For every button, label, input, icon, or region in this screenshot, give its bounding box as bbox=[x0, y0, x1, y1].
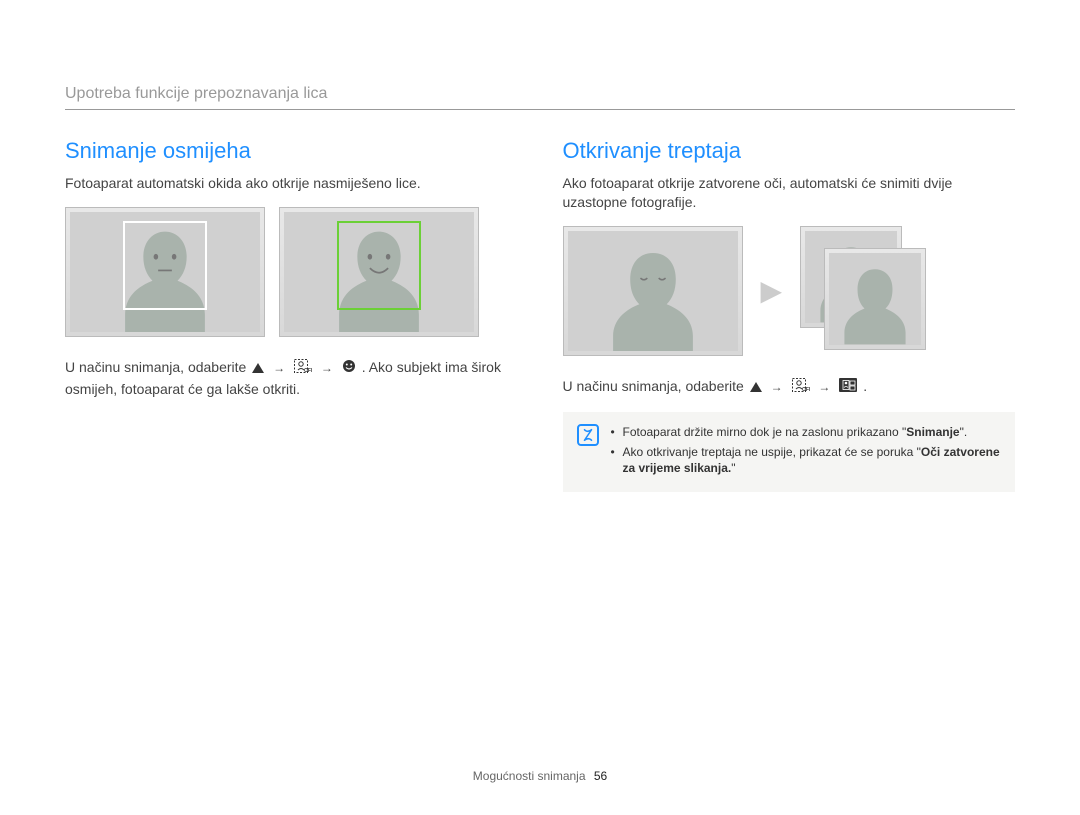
note-item: Fotoaparat držite mirno dok je na zaslon… bbox=[611, 424, 1002, 440]
left-column: Snimanje osmijeha Fotoaparat automatski … bbox=[65, 138, 518, 492]
note-item: Ako otkrivanje treptaja ne uspije, prika… bbox=[611, 444, 1002, 476]
instr-text: U načinu snimanja, odaberite bbox=[65, 359, 250, 375]
arrow-icon: → bbox=[818, 380, 830, 394]
smile-intro-text: Fotoaparat automatski okida ako otkrije … bbox=[65, 174, 518, 193]
blink-instruction: U načinu snimanja, odaberite → OFF → . bbox=[563, 376, 1016, 398]
smile-thumb-neutral bbox=[65, 207, 265, 337]
note-box: Fotoaparat držite mirno dok je na zaslon… bbox=[563, 412, 1016, 493]
arrow-icon: → bbox=[273, 361, 285, 375]
face-rect-green-icon bbox=[337, 221, 421, 310]
smile-instruction: U načinu snimanja, odaberite → OFF → . A… bbox=[65, 357, 518, 400]
face-detection-off-icon: OFF bbox=[792, 377, 810, 398]
blink-result-thumb bbox=[824, 248, 926, 350]
blink-result-stack bbox=[800, 226, 930, 356]
right-column: Otkrivanje treptaja Ako fotoaparat otkri… bbox=[563, 138, 1016, 492]
smile-images bbox=[65, 207, 518, 337]
face-detection-off-icon: OFF bbox=[294, 358, 312, 379]
instr-text-post: . bbox=[863, 378, 867, 394]
face-silhouette-icon bbox=[568, 237, 738, 351]
smile-shot-heading: Snimanje osmijeha bbox=[65, 138, 518, 164]
instr-text: U načinu snimanja, odaberite bbox=[563, 378, 748, 394]
header-bar: Upotreba funkcije prepoznavanja lica bbox=[65, 85, 1015, 110]
blink-thumb-closed bbox=[563, 226, 743, 356]
blink-detection-icon bbox=[839, 377, 857, 398]
footer-section: Mogućnosti snimanja bbox=[473, 769, 586, 783]
up-triangle-icon bbox=[750, 382, 762, 392]
smile-face-icon bbox=[342, 358, 356, 379]
arrow-right-icon: ▶ bbox=[757, 274, 787, 307]
page-footer: Mogućnosti snimanja 56 bbox=[0, 769, 1080, 783]
arrow-icon: → bbox=[771, 380, 783, 394]
arrow-icon: → bbox=[321, 361, 333, 375]
face-silhouette-icon bbox=[829, 257, 921, 344]
svg-text:OFF: OFF bbox=[802, 387, 810, 392]
svg-text:OFF: OFF bbox=[304, 368, 312, 373]
blink-heading: Otkrivanje treptaja bbox=[563, 138, 1016, 164]
face-rect-white-icon bbox=[123, 221, 207, 310]
content-columns: Snimanje osmijeha Fotoaparat automatski … bbox=[65, 138, 1015, 492]
note-icon bbox=[577, 424, 599, 446]
note-list: Fotoaparat držite mirno dok je na zaslon… bbox=[611, 424, 1002, 481]
page: Upotreba funkcije prepoznavanja lica Sni… bbox=[0, 0, 1080, 492]
page-number: 56 bbox=[594, 769, 607, 783]
blink-intro-text: Ako fotoaparat otkrije zatvorene oči, au… bbox=[563, 174, 1016, 212]
smile-thumb-smiling bbox=[279, 207, 479, 337]
breadcrumb-title: Upotreba funkcije prepoznavanja lica bbox=[65, 85, 1015, 103]
blink-images: ▶ bbox=[563, 226, 1016, 356]
up-triangle-icon bbox=[252, 363, 264, 373]
